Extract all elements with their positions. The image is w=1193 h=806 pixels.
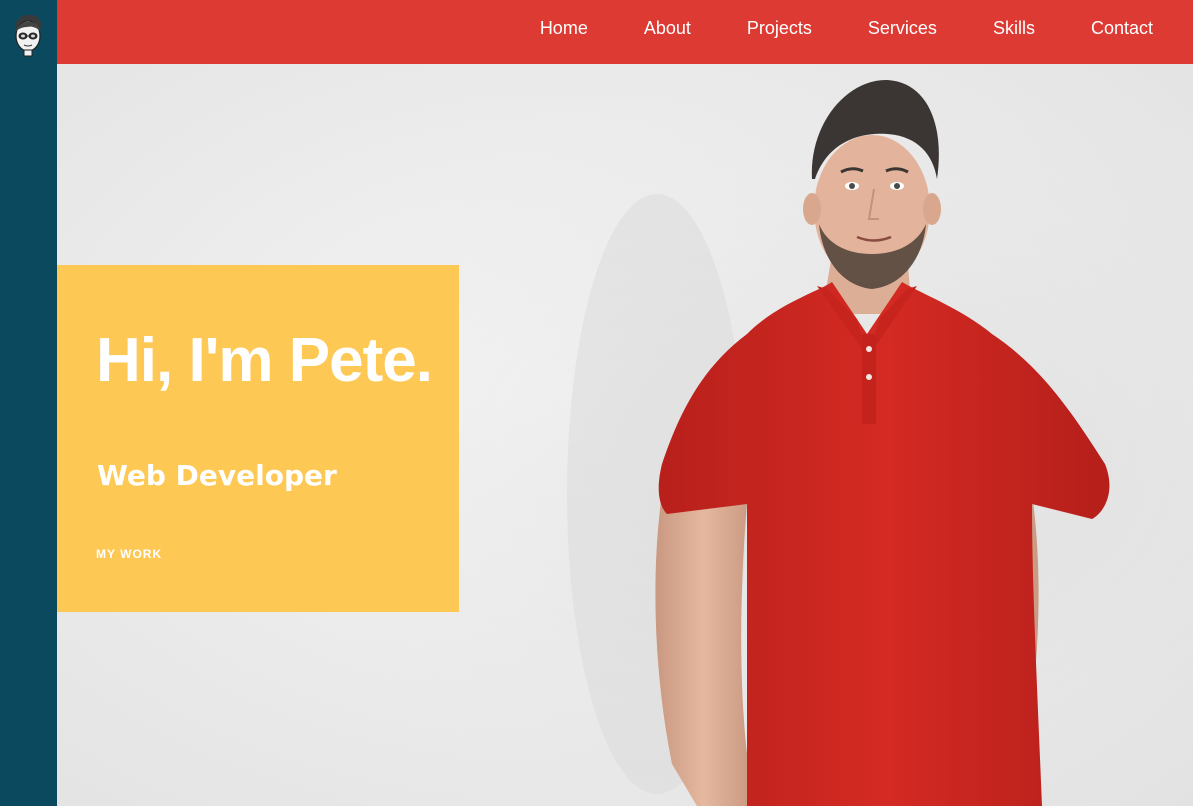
avatar-logo-icon[interactable] <box>9 12 47 58</box>
nav-link-about[interactable]: About <box>644 18 691 39</box>
nav-link-contact[interactable]: Contact <box>1091 18 1153 39</box>
intro-subtitle: Web Developer <box>97 459 337 492</box>
nav-link-projects[interactable]: Projects <box>747 18 812 39</box>
top-navbar: Home About Projects Services Skills Cont… <box>57 0 1193 64</box>
sidebar <box>0 0 57 806</box>
portfolio-page: Home About Projects Services Skills Cont… <box>0 0 1193 806</box>
nav-links: Home About Projects Services Skills Cont… <box>484 0 1153 57</box>
my-work-link[interactable]: MY WORK <box>96 547 162 561</box>
intro-title: Hi, I'm Pete. <box>96 326 433 395</box>
nav-link-skills[interactable]: Skills <box>993 18 1035 39</box>
nav-link-services[interactable]: Services <box>868 18 937 39</box>
nav-link-home[interactable]: Home <box>540 18 588 39</box>
intro-card: Hi, I'm Pete. Web Developer MY WORK <box>57 265 459 612</box>
